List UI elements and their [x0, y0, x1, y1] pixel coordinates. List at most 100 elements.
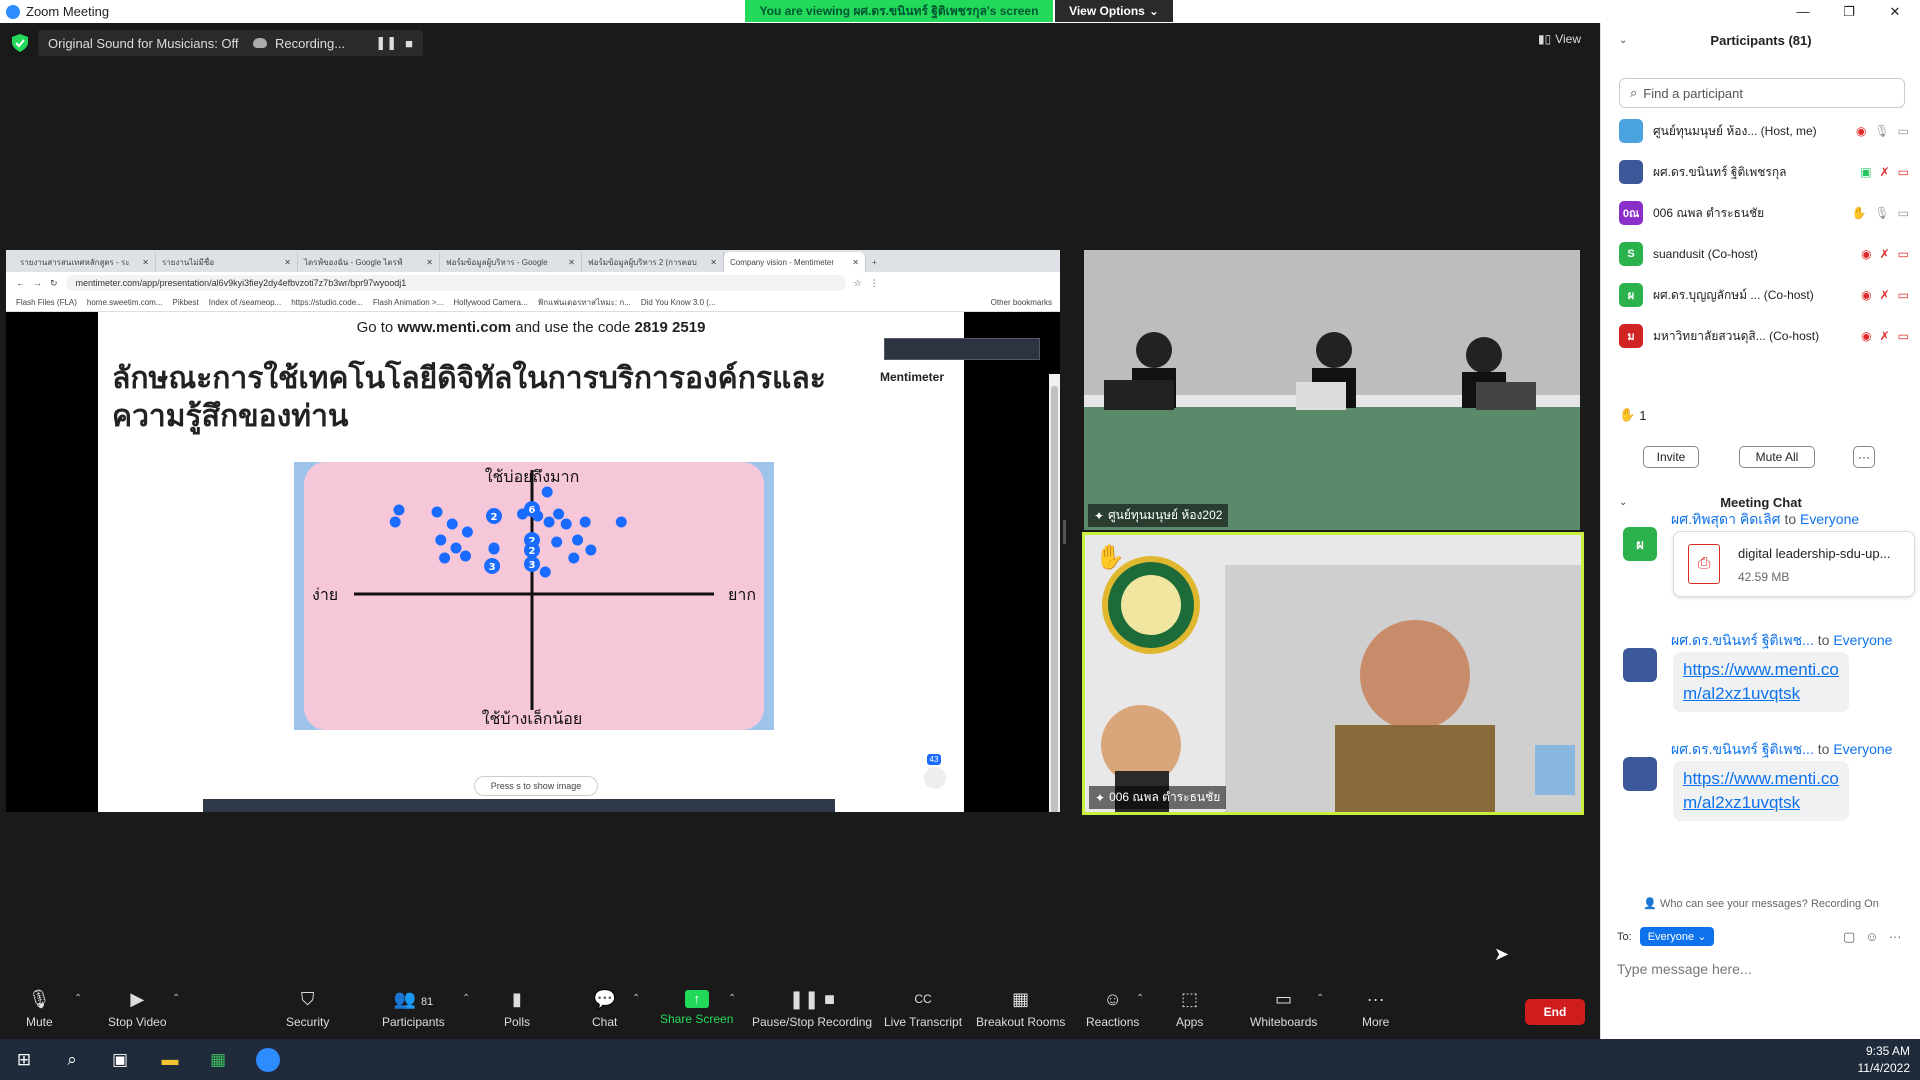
maximize-button[interactable]: ❐: [1826, 0, 1872, 23]
original-sound-toggle[interactable]: Original Sound for Musicians: Off: [38, 30, 249, 56]
url-field[interactable]: mentimeter.com/app/presentation/al6v9kyi…: [65, 275, 846, 291]
taskbar-clock[interactable]: 9:35 AM 11/4/2022: [1858, 1043, 1911, 1077]
more-icon[interactable]: ···: [1889, 929, 1902, 945]
chat-link[interactable]: https://www.menti.com/al2xz1uvqtsk: [1673, 652, 1849, 712]
bookmark-item[interactable]: Index of /seameop...: [209, 298, 282, 307]
participant-row[interactable]: ศูนย์ทุนมนุษย์ ห้อง... (Host, me) ◉ 🎙 ▭: [1619, 116, 1909, 146]
chat-sender[interactable]: ผศ.ทิพสุดา คิดเลิศ: [1671, 511, 1781, 527]
security-label: Security: [286, 1015, 330, 1029]
recipient-dropdown[interactable]: Everyone ⌄: [1639, 927, 1715, 946]
participant-row[interactable]: ผศ.ดร.ขนินทร์ ฐิติเพชรกุล ▣ ✗ ▭: [1619, 157, 1909, 187]
bookmark-item[interactable]: Flash Animation >...: [373, 298, 443, 307]
view-button[interactable]: ▮▯ View: [1538, 32, 1581, 46]
chevron-up-icon[interactable]: ⌃: [632, 993, 640, 1004]
live-transcript-button[interactable]: CC Live Transcript: [884, 987, 962, 1035]
more-icon: ···: [1366, 989, 1385, 1009]
close-icon[interactable]: ✕: [568, 258, 575, 267]
chat-sender[interactable]: ผศ.ดร.ขนินทร์ ฐิติเพช...: [1671, 741, 1814, 757]
more-options-button[interactable]: ···: [1853, 446, 1875, 468]
video-tile[interactable]: ✦ ศูนย์ทุนมนุษย์ ห้อง202: [1084, 250, 1580, 530]
who-can-see-notice[interactable]: 👤 Who can see your messages? Recording O…: [1601, 897, 1920, 910]
browser-tab[interactable]: ฟอร์มข้อมูลผู้บริหาร 2 (การตอบ ✕: [582, 252, 724, 272]
apps-button[interactable]: ⬚ Apps: [1176, 987, 1203, 1035]
new-tab-button[interactable]: +: [866, 252, 890, 272]
share-screen-button[interactable]: ↑ Share Screen: [660, 987, 733, 1035]
chat-sender[interactable]: ผศ.ดร.ขนินทร์ ฐิติเพช...: [1671, 632, 1814, 648]
close-window-button[interactable]: ✕: [1872, 0, 1918, 23]
chevron-up-icon[interactable]: ⌃: [462, 993, 470, 1004]
end-meeting-button[interactable]: End: [1525, 999, 1585, 1025]
polls-button[interactable]: ▮ Polls: [504, 987, 530, 1035]
bookmark-item[interactable]: Hollywood Camera...: [453, 298, 527, 307]
back-icon[interactable]: ←: [16, 278, 25, 288]
security-button[interactable]: ⛉ Security: [286, 987, 329, 1035]
bookmark-item[interactable]: Did You Know 3.0 (...: [641, 298, 716, 307]
app-icon[interactable]: ▦: [206, 1048, 230, 1072]
minimize-button[interactable]: —: [1780, 0, 1826, 23]
chat-button[interactable]: 💬 Chat: [592, 987, 617, 1035]
file-icon[interactable]: ▢: [1843, 929, 1855, 945]
chevron-up-icon[interactable]: ⌃: [728, 993, 736, 1004]
close-icon[interactable]: ✕: [852, 258, 859, 267]
windows-start-icon[interactable]: ⊞: [12, 1048, 36, 1072]
invite-button[interactable]: Invite: [1643, 446, 1699, 468]
shield-icon[interactable]: [12, 34, 28, 52]
search-icon[interactable]: ⌕: [60, 1048, 84, 1072]
star-icon[interactable]: ☆: [854, 278, 862, 289]
chat-message-input[interactable]: Type message here...: [1617, 961, 1752, 977]
split-handle[interactable]: [1063, 520, 1066, 544]
mute-all-button[interactable]: Mute All: [1739, 446, 1815, 468]
recording-indicator: Recording... ❚❚ ■: [243, 30, 423, 56]
stop-video-button[interactable]: ▶ Stop Video: [108, 987, 167, 1035]
shared-screen[interactable]: รายงานสารสนเทศหลักสูตร - ระ ✕ รายงานไม่มี…: [6, 250, 1060, 812]
task-view-icon[interactable]: ▣: [108, 1048, 132, 1072]
video-tile-active-speaker[interactable]: ✋ ✦ 006 ณพล ตำระธนชัย: [1082, 532, 1584, 815]
close-icon[interactable]: ✕: [284, 258, 291, 267]
zoom-taskbar-icon[interactable]: [256, 1048, 280, 1072]
breakout-rooms-button[interactable]: ▦ Breakout Rooms: [976, 987, 1065, 1035]
close-icon[interactable]: ✕: [142, 258, 149, 267]
emoji-icon[interactable]: ☺: [1865, 929, 1878, 945]
browser-tab[interactable]: รายงานสารสนเทศหลักสูตร - ระ ✕: [14, 252, 156, 272]
participant-row[interactable]: S suandusit (Co-host) ◉ ✗ ▭: [1619, 239, 1909, 269]
chevron-up-icon[interactable]: ⌃: [74, 993, 82, 1004]
participant-row[interactable]: ม มหาวิทยาลัยสวนดุสิ... (Co-host) ◉ ✗ ▭: [1619, 321, 1909, 351]
pause-icon[interactable]: ❚❚: [375, 35, 397, 51]
stop-icon[interactable]: ■: [405, 36, 413, 51]
press-hint: Press s to show image: [474, 776, 598, 796]
more-button[interactable]: ··· More: [1362, 987, 1389, 1035]
reactions-button[interactable]: ☺ Reactions: [1086, 987, 1139, 1035]
browser-tab[interactable]: ฟอร์มข้อมูลผู้บริหาร - Google ✕: [440, 252, 582, 272]
bookmark-item[interactable]: https://studio.code...: [291, 298, 363, 307]
bookmark-item[interactable]: Flash Files (FLA): [16, 298, 77, 307]
chevron-up-icon[interactable]: ⌃: [172, 993, 180, 1004]
view-options-button[interactable]: View Options ⌄: [1055, 0, 1173, 22]
extensions-icon[interactable]: ⋮: [870, 278, 879, 289]
mic-icon: 🎙: [1874, 124, 1890, 138]
participant-row[interactable]: ผ ผศ.ดร.บุญญลักษม์ ... (Co-host) ◉ ✗ ▭: [1619, 280, 1909, 310]
participants-button[interactable]: 👥 81 Participants: [382, 987, 445, 1035]
pause-stop-recording-button[interactable]: ❚❚ ■ Pause/Stop Recording: [752, 987, 872, 1035]
close-icon[interactable]: ✕: [426, 258, 433, 267]
chevron-up-icon[interactable]: ⌃: [1136, 993, 1144, 1004]
browser-tab[interactable]: รายงานไม่มีชื่อ ✕: [156, 252, 298, 272]
participant-row[interactable]: 0ณ 006 ณพล ตำระธนชัย ✋ 🎙 ▭: [1619, 198, 1909, 228]
file-explorer-icon[interactable]: ▬: [158, 1048, 182, 1072]
file-attachment[interactable]: ⎙ digital leadership-sdu-up... 42.59 MB: [1673, 531, 1915, 597]
scrollbar-thumb[interactable]: [1051, 386, 1058, 812]
forward-icon[interactable]: →: [33, 278, 42, 288]
find-participant-input[interactable]: ⌕ Find a participant: [1619, 78, 1905, 108]
bookmark-item[interactable]: Other bookmarks: [991, 298, 1060, 307]
chat-link[interactable]: https://www.menti.com/al2xz1uvqtsk: [1673, 761, 1849, 821]
browser-tab-active[interactable]: Company vision - Mentimeter ✕: [724, 252, 866, 272]
bookmark-item[interactable]: ฟักแฟนเดอรทาสไหมะ: ก...: [538, 296, 631, 309]
browser-scrollbar[interactable]: [1049, 374, 1060, 812]
browser-tab[interactable]: ไดรฟ์ของฉัน - Google ไดรฟ์ ✕: [298, 252, 440, 272]
close-icon[interactable]: ✕: [710, 258, 717, 267]
mute-button[interactable]: 🎙 Mute: [26, 987, 53, 1035]
reload-icon[interactable]: ↻: [50, 278, 58, 289]
chevron-up-icon[interactable]: ⌃: [1316, 993, 1324, 1004]
whiteboards-button[interactable]: ▭ Whiteboards: [1250, 987, 1317, 1035]
bookmark-item[interactable]: home.sweetim.com...: [87, 298, 163, 307]
bookmark-item[interactable]: Pikbest: [172, 298, 198, 307]
